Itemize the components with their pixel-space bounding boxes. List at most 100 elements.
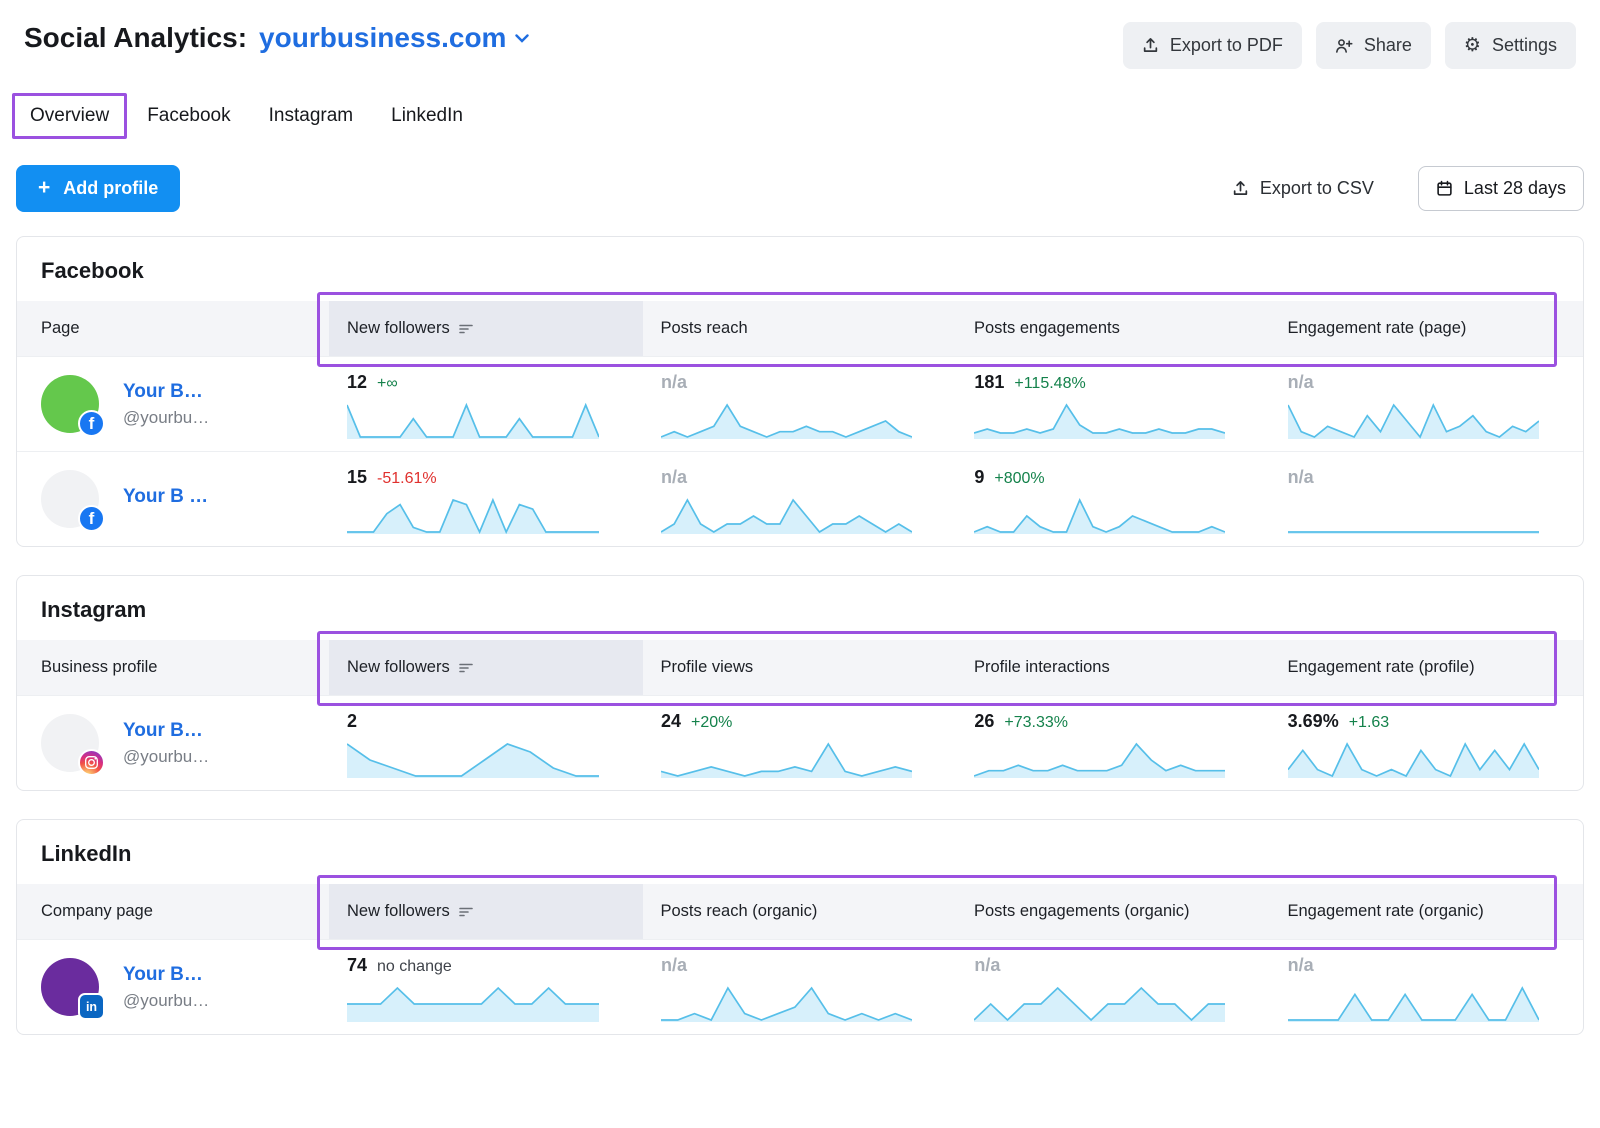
domain-name: yourbusiness.com xyxy=(259,22,506,54)
settings-button[interactable]: ⚙ Settings xyxy=(1445,22,1576,69)
metric-value: 15 xyxy=(347,467,367,488)
avatar xyxy=(41,714,99,772)
metric-value: n/a xyxy=(974,955,1000,976)
date-range-button[interactable]: Last 28 days xyxy=(1418,166,1584,211)
metric-cell-posts-reach: n/a xyxy=(643,357,956,451)
column-header-new-followers[interactable]: New followers xyxy=(329,640,643,695)
profile-handle: @yourbu… xyxy=(123,408,209,428)
metric-value: n/a xyxy=(661,467,687,488)
metric-value: 24 xyxy=(661,711,681,732)
column-header-posts-reach-organic[interactable]: Posts reach (organic) xyxy=(643,884,957,939)
sparkline xyxy=(974,740,1225,778)
metric-value: n/a xyxy=(661,372,687,393)
profile-cell: f Your B… @yourbu… xyxy=(17,357,329,451)
sparkline xyxy=(347,496,599,534)
metric-cell-posts-reach-organic: n/a xyxy=(643,940,956,1034)
metric-value: 3.69% xyxy=(1288,711,1339,732)
toolbar: + Add profile Export to CSV Last 28 days xyxy=(0,139,1600,236)
tab-instagram[interactable]: Instagram xyxy=(251,93,371,139)
table-row: Your B… @yourbu… 2 24+20% 26+73.33% 3.69… xyxy=(17,695,1583,790)
toolbar-right: Export to CSV Last 28 days xyxy=(1226,166,1584,211)
settings-label: Settings xyxy=(1492,35,1557,56)
metric-delta: +20% xyxy=(691,714,732,732)
metric-cell-posts-engagements: 181 +115.48% xyxy=(956,357,1269,451)
export-csv-label: Export to CSV xyxy=(1260,178,1374,199)
sparkline xyxy=(974,984,1225,1022)
column-header-label: New followers xyxy=(347,658,450,677)
metric-value: 26 xyxy=(974,711,994,732)
metric-value: 2 xyxy=(347,711,357,732)
sparkline xyxy=(1288,401,1539,439)
page-title: Social Analytics: yourbusiness.com xyxy=(24,22,529,54)
section-title: LinkedIn xyxy=(17,820,1583,884)
page-title-label: Social Analytics: xyxy=(24,22,247,54)
add-profile-button[interactable]: + Add profile xyxy=(16,165,180,212)
metric-cell-posts-reach: n/a xyxy=(643,452,956,546)
column-header-posts-reach[interactable]: Posts reach xyxy=(643,301,957,356)
column-header-company-page: Company page xyxy=(17,884,329,939)
date-range-label: Last 28 days xyxy=(1464,178,1566,199)
column-header-profile-interactions[interactable]: Profile interactions xyxy=(956,640,1270,695)
gear-icon: ⚙ xyxy=(1464,36,1481,55)
sparkline xyxy=(974,401,1225,439)
metric-cell-profile-views: 24 +20% xyxy=(643,696,956,790)
domain-selector[interactable]: yourbusiness.com xyxy=(259,22,529,54)
instagram-table-header: Business profile New followers Profile v… xyxy=(17,640,1583,695)
chevron-down-icon xyxy=(515,34,529,43)
metric-delta: +73.33% xyxy=(1004,714,1068,732)
column-header-engagement-rate[interactable]: Engagement rate (page) xyxy=(1270,301,1584,356)
facebook-icon: f xyxy=(78,505,105,532)
tab-facebook[interactable]: Facebook xyxy=(129,93,248,139)
facebook-table-header: Page New followers Posts reach Posts eng… xyxy=(17,301,1583,356)
metric-value: 181 xyxy=(974,372,1004,393)
export-pdf-button[interactable]: Export to PDF xyxy=(1123,22,1302,69)
linkedin-icon: in xyxy=(78,993,105,1020)
column-header-label: New followers xyxy=(347,319,450,338)
column-header-engagement-rate-organic[interactable]: Engagement rate (organic) xyxy=(1270,884,1584,939)
metric-cell-new-followers: 12+∞ xyxy=(329,357,643,451)
instagram-section: Instagram Business profile New followers… xyxy=(16,575,1584,791)
tab-linkedin[interactable]: LinkedIn xyxy=(373,93,481,139)
metric-delta: no change xyxy=(377,958,452,976)
header-actions: Export to PDF Share ⚙ Settings xyxy=(1123,22,1576,69)
metric-value: 74 xyxy=(347,955,367,976)
metric-cell-new-followers: 15-51.61% xyxy=(329,452,643,546)
column-header-posts-engagements-organic[interactable]: Posts engagements (organic) xyxy=(956,884,1270,939)
person-plus-icon xyxy=(1335,38,1353,54)
export-pdf-label: Export to PDF xyxy=(1170,35,1283,56)
column-header-new-followers[interactable]: New followers xyxy=(329,884,643,939)
metric-cell-engagement-rate: n/a xyxy=(1270,452,1583,546)
profile-link[interactable]: Your B… xyxy=(123,720,209,742)
column-header-profile-views[interactable]: Profile views xyxy=(643,640,957,695)
metric-value: n/a xyxy=(1288,955,1314,976)
sparkline xyxy=(661,496,912,534)
facebook-section: Facebook Page New followers Posts reach … xyxy=(16,236,1584,547)
metric-value: n/a xyxy=(1288,467,1314,488)
page-header: Social Analytics: yourbusiness.com Expor… xyxy=(0,0,1600,69)
facebook-icon: f xyxy=(78,410,105,437)
export-csv-button[interactable]: Export to CSV xyxy=(1226,177,1380,200)
column-header-new-followers[interactable]: New followers xyxy=(329,301,643,356)
column-header-business-profile: Business profile xyxy=(17,640,329,695)
profile-link[interactable]: Your B… xyxy=(123,964,209,986)
plus-icon: + xyxy=(38,177,50,198)
export-icon xyxy=(1142,37,1159,54)
profile-link[interactable]: Your B … xyxy=(123,486,208,508)
tab-overview[interactable]: Overview xyxy=(12,93,127,139)
tab-bar: Overview Facebook Instagram LinkedIn xyxy=(0,69,1600,139)
add-profile-label: Add profile xyxy=(63,178,158,199)
profile-cell: f Your B … xyxy=(17,452,329,546)
profile-link[interactable]: Your B… xyxy=(123,381,209,403)
sparkline xyxy=(347,984,599,1022)
table-row: in Your B… @yourbu… 74no change n/a n/a … xyxy=(17,939,1583,1034)
share-button[interactable]: Share xyxy=(1316,22,1431,69)
metric-cell-engagement-rate: n/a xyxy=(1270,357,1583,451)
metric-value: n/a xyxy=(1288,372,1314,393)
column-header-page: Page xyxy=(17,301,329,356)
metric-delta: +115.48% xyxy=(1014,375,1085,393)
column-header-posts-engagements[interactable]: Posts engagements xyxy=(956,301,1270,356)
metric-cell-engagement-rate-organic: n/a xyxy=(1270,940,1583,1034)
linkedin-table-header: Company page New followers Posts reach (… xyxy=(17,884,1583,939)
column-header-engagement-rate[interactable]: Engagement rate (profile) xyxy=(1270,640,1584,695)
section-title: Instagram xyxy=(17,576,1583,640)
